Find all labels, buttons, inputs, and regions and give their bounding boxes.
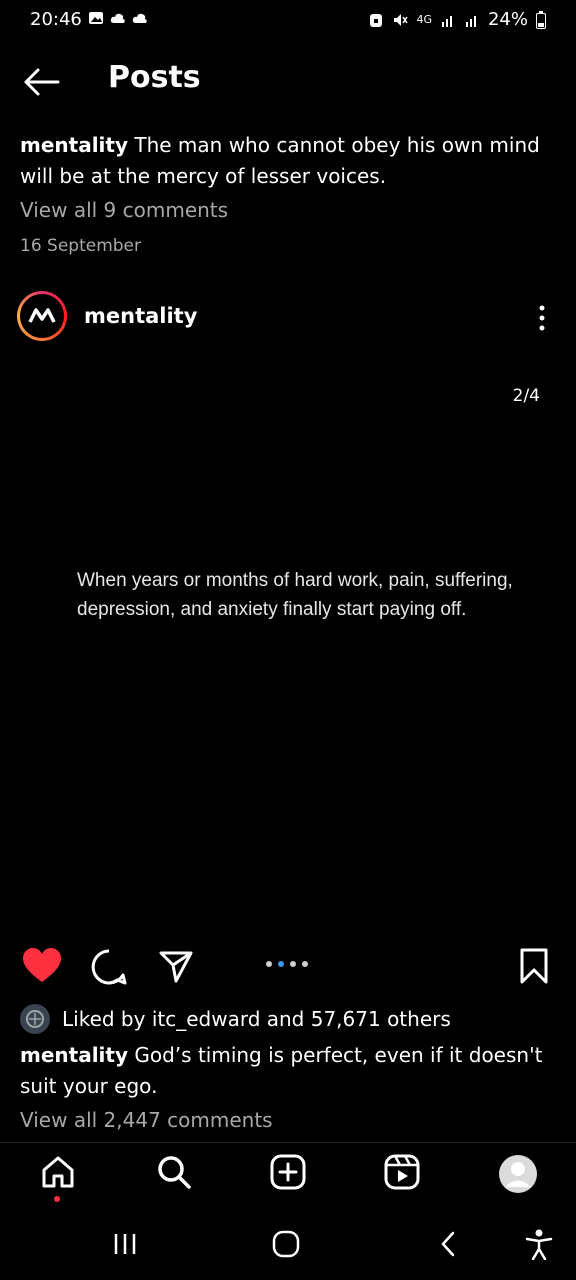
signal-icon-2 (465, 15, 476, 27)
slide-counter: 2/4 (512, 386, 540, 406)
caption-username[interactable]: mentality (20, 1043, 128, 1067)
post-image[interactable] (0, 350, 576, 940)
liked-by-row[interactable]: Liked by itc_edward and 57,671 others (20, 1004, 451, 1034)
create-icon[interactable] (270, 1154, 306, 1190)
recents-icon[interactable] (112, 1232, 138, 1256)
accessibility-icon[interactable] (524, 1228, 554, 1260)
system-navigation-bar (0, 1210, 576, 1280)
author-avatar[interactable] (17, 291, 67, 341)
view-comments-link[interactable]: View all 9 comments (20, 198, 228, 222)
bookmark-icon[interactable] (518, 948, 550, 984)
view-comments-link[interactable]: View all 2,447 comments (20, 1108, 273, 1132)
mute-icon (394, 13, 409, 26)
cloud-notification-icon-2 (132, 13, 147, 23)
back-icon[interactable] (438, 1230, 458, 1258)
carousel-dot (290, 961, 296, 967)
gallery-notification-icon (89, 12, 103, 24)
page-title: Posts (108, 60, 201, 95)
reels-icon[interactable] (384, 1154, 420, 1190)
status-time: 20:46 (30, 9, 82, 30)
battery-percent: 24% (487, 9, 528, 30)
battery-icon (536, 10, 546, 29)
cloud-notification-icon (110, 13, 125, 23)
author-username[interactable]: mentality (84, 304, 197, 328)
home-icon[interactable] (40, 1154, 76, 1190)
notification-icons (88, 10, 148, 26)
signal-icon (441, 15, 452, 27)
like-heart-icon[interactable] (22, 948, 62, 984)
comment-icon[interactable] (90, 948, 128, 986)
post-image-text: When years or months of hard work, pain,… (77, 570, 513, 620)
previous-post-caption: mentality The man who cannot obey his ow… (20, 130, 560, 192)
liked-by-text: Liked by itc_edward and 57,671 others (62, 1007, 451, 1031)
carousel-dot (266, 961, 272, 967)
system-status: 4G 24% (368, 9, 546, 30)
network-type: 4G (416, 13, 432, 26)
carousel-dot-active (278, 961, 284, 967)
home-button-icon[interactable] (272, 1230, 300, 1258)
carousel-indicator (266, 961, 308, 967)
search-icon[interactable] (156, 1154, 192, 1190)
carousel-dot (302, 961, 308, 967)
home-notification-dot (54, 1196, 60, 1202)
share-icon[interactable] (158, 948, 194, 984)
status-bar: 20:46 4G 24% (0, 0, 576, 42)
lock-alarm-icon (370, 13, 383, 27)
liker-avatar (20, 1004, 50, 1034)
post-date: 16 September (20, 236, 142, 256)
caption-username[interactable]: mentality (20, 133, 128, 157)
profile-icon[interactable] (498, 1154, 538, 1194)
back-arrow-icon[interactable] (20, 62, 64, 102)
more-options-icon[interactable] (532, 303, 552, 333)
mentality-logo-icon (28, 308, 56, 323)
post-caption: mentality God’s timing is perfect, even … (20, 1040, 565, 1102)
